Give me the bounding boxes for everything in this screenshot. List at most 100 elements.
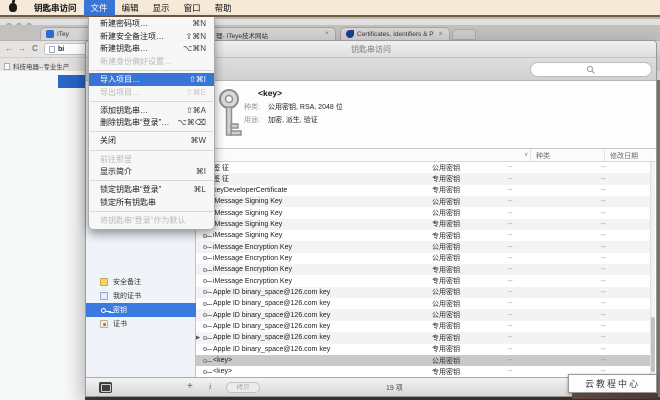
row-expires: -- [601, 176, 606, 183]
menubar-item[interactable]: 钥匙串访问 [27, 0, 84, 16]
column-divider[interactable] [530, 149, 531, 162]
row-kind: 公用密钥 [432, 356, 460, 366]
sidebar-toggle-icon[interactable] [99, 382, 112, 393]
row-kind: 专用密钥 [432, 321, 460, 331]
table-row[interactable]: Apple ID binary_space@126.com key公用密钥---… [196, 287, 655, 298]
menu-item-label: 显示简介 [100, 166, 132, 177]
column-header-modified[interactable]: 修改日期 [610, 151, 638, 161]
sidebar-item-label: 我的证书 [113, 291, 141, 301]
key-row-icon [203, 336, 207, 340]
table-row[interactable]: iMessage Signing Key公用密钥---- [196, 196, 655, 207]
bookmark-label: 科技电器--专业生产 [13, 61, 69, 71]
page-icon [49, 46, 55, 53]
menu-separator [90, 70, 213, 71]
table-row[interactable]: ▶Apple ID binary_space@126.com key专用密钥--… [196, 332, 655, 343]
menubar-item[interactable]: 显示 [146, 0, 177, 16]
row-modified: -- [508, 346, 513, 353]
key-row-icon [203, 324, 207, 328]
sort-indicator-icon[interactable]: ∨ [524, 151, 528, 158]
back-icon[interactable]: ← [5, 44, 13, 53]
menu-item-shortcut: ⇧⌘E [186, 88, 206, 97]
menu-item-label: 前往那里 [100, 154, 132, 165]
table-row[interactable]: iMessage Signing Key专用密钥---- [196, 219, 655, 230]
key-row-icon [203, 290, 207, 294]
table-row[interactable]: 签 征专用密钥---- [196, 173, 655, 184]
usage-value: 加密, 派生, 验证 [268, 115, 318, 125]
row-name: keyDeveloperCertificate [213, 187, 287, 194]
table-row[interactable]: iMessage Encryption Key公用密钥---- [196, 241, 655, 252]
menu-item[interactable]: 新建钥匙串…⌥⌘N [89, 42, 214, 55]
add-item-button[interactable]: + [187, 381, 193, 392]
table-row[interactable]: iMessage Signing Key专用密钥---- [196, 230, 655, 241]
menubar-item[interactable]: 帮助 [208, 0, 239, 16]
menu-item[interactable]: 显示简介⌘I [89, 165, 214, 178]
row-modified: -- [508, 368, 513, 375]
row-modified: -- [508, 232, 513, 239]
sidebar-item-安全备注[interactable]: 安全备注 [86, 275, 196, 289]
tab-close-icon[interactable]: × [325, 30, 329, 37]
row-name: Apple ID binary_space@126.com key [213, 323, 330, 330]
row-modified: -- [508, 300, 513, 307]
menu-item-shortcut: ⇧⌘I [189, 75, 206, 84]
address-text: bi [58, 46, 64, 53]
info-button[interactable]: i [209, 382, 211, 391]
menu-item[interactable]: 锁定钥匙串“登录”⌘L [89, 183, 214, 196]
menu-item[interactable]: 锁定所有钥匙串 [89, 196, 214, 209]
column-header-kind[interactable]: 种类 [536, 151, 550, 161]
sidebar-item-我的证书[interactable]: 我的证书 [86, 289, 196, 303]
menubar-item[interactable]: 窗口 [177, 0, 208, 16]
bookmark-icon [4, 63, 10, 70]
scrollbar-thumb[interactable] [651, 317, 655, 372]
row-expires: -- [601, 334, 606, 341]
row-name: iMessage Encryption Key [213, 278, 292, 285]
table-row[interactable]: iMessage Encryption Key专用密钥---- [196, 275, 655, 286]
row-modified: -- [508, 210, 513, 217]
menu-item[interactable]: 新建密码项…⌘N [89, 17, 214, 30]
table-row[interactable]: <key>公用密钥---- [196, 355, 655, 366]
menu-item[interactable]: 新建安全备注项…⇧⌘N [89, 30, 214, 43]
menu-item[interactable]: 导入项目…⇧⌘I [89, 73, 214, 86]
browser-tab-certificates[interactable]: Certificates, Identifiers & P × [340, 27, 450, 40]
row-kind: 专用密钥 [432, 174, 460, 184]
column-divider[interactable] [604, 149, 605, 162]
row-expires: -- [601, 278, 606, 285]
table-row[interactable]: Apple ID binary_space@126.com key公用密钥---… [196, 309, 655, 320]
new-tab-button[interactable] [452, 29, 476, 40]
iteye-favicon-icon [46, 30, 54, 38]
table-row[interactable]: Apple ID binary_space@126.com key专用密钥---… [196, 344, 655, 355]
menu-item-label: 锁定所有钥匙串 [100, 197, 156, 208]
vertical-scrollbar[interactable] [650, 162, 655, 376]
row-modified: -- [508, 323, 513, 330]
table-row[interactable]: Apple ID binary_space@126.com key公用密钥---… [196, 298, 655, 309]
row-kind: 公用密钥 [432, 299, 460, 309]
sidebar-item-密钥[interactable]: 密钥 [86, 303, 196, 317]
menu-item[interactable]: 删除钥匙串“登录”…⌥⌘⌫ [89, 117, 214, 130]
row-name: 签 征 [213, 163, 229, 173]
row-expires: -- [601, 289, 606, 296]
key-row-icon [203, 234, 207, 238]
apple-menu-icon[interactable] [9, 3, 17, 12]
table-row[interactable]: keyDeveloperCertificate专用密钥---- [196, 185, 655, 196]
menu-item[interactable]: 添加钥匙串…⇧⌘A [89, 104, 214, 117]
forward-icon[interactable]: → [18, 44, 26, 53]
row-kind: 公用密钥 [432, 310, 460, 320]
sidebar-item-证书[interactable]: 证书 [86, 317, 196, 331]
table-row[interactable]: 签 征公用密钥---- [196, 162, 655, 173]
row-expires: -- [601, 255, 606, 262]
key-row-icon [203, 279, 207, 283]
bookmark-item[interactable]: 科技电器--专业生产 [4, 61, 69, 71]
key-row-icon [203, 302, 207, 306]
reload-icon[interactable]: C [32, 44, 38, 53]
menu-item-shortcut: ⌥⌘N [183, 44, 206, 53]
menubar-item[interactable]: 编辑 [115, 0, 146, 16]
search-input[interactable] [530, 62, 652, 77]
table-row[interactable]: Apple ID binary_space@126.com key专用密钥---… [196, 321, 655, 332]
menu-item[interactable]: 关闭⌘W [89, 135, 214, 148]
table-row[interactable]: iMessage Encryption Key专用密钥---- [196, 264, 655, 275]
row-expires: -- [601, 164, 606, 171]
menubar-item[interactable]: 文件 [84, 0, 115, 16]
table-row[interactable]: iMessage Signing Key公用密钥---- [196, 207, 655, 218]
table-row[interactable]: iMessage Encryption Key公用密钥---- [196, 253, 655, 264]
tab-close-icon[interactable]: × [439, 31, 443, 38]
disclosure-icon[interactable]: ▶ [196, 335, 202, 341]
